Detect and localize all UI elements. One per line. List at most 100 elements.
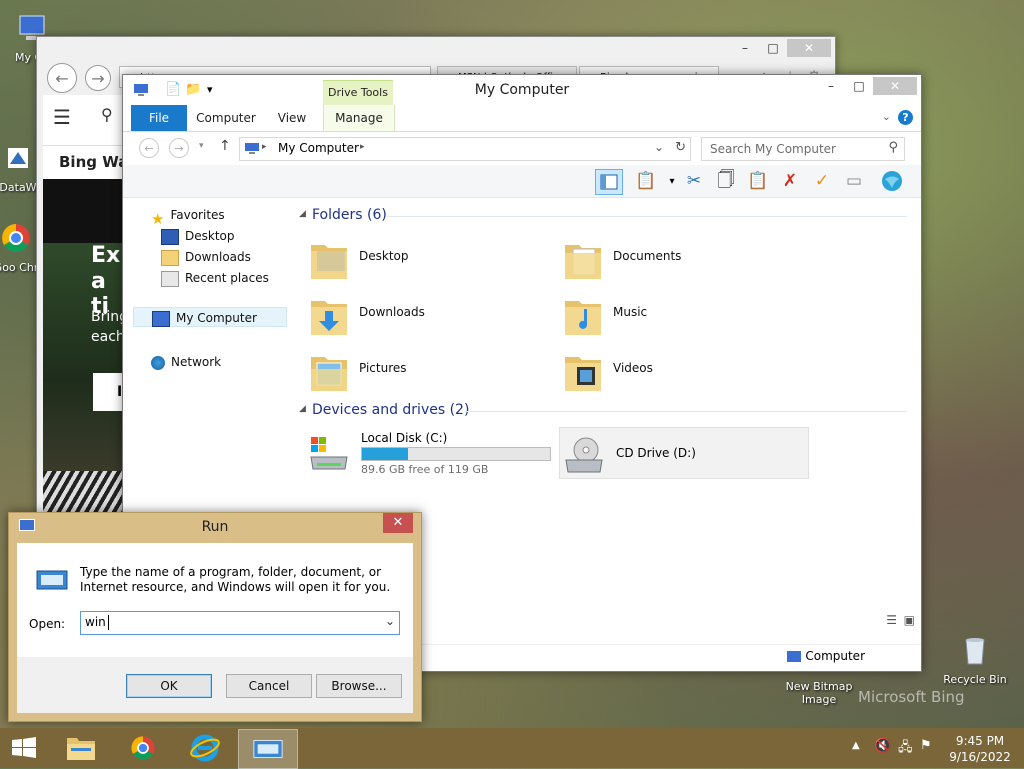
chevron-down-icon[interactable]: ⌄ [385,614,395,628]
run-dialog[interactable]: Run ✕ Type the name of a program, folder… [8,512,422,722]
navigation-bar: ← → ▾ ↑ ▸ My Computer ▸ ⌄ ↻ Search My Co… [123,133,921,163]
tab-manage[interactable]: Manage [323,105,395,131]
minimize-button[interactable]: – [731,39,759,57]
clock-time[interactable]: 9:45 PM [944,734,1016,748]
volume-muted-icon[interactable]: 🔇 [874,738,891,754]
copy-icon[interactable]: 🗍 [713,169,739,193]
action-center-flag-icon[interactable]: ⚑ [920,738,932,753]
tab-view[interactable]: View [269,105,315,131]
taskbar-run[interactable] [238,729,298,769]
desktop-icon [161,228,179,245]
minimize-button[interactable]: – [817,77,845,95]
nav-favorites[interactable]: ★ Favorites [151,205,225,228]
folder-downloads[interactable]: Downloads [309,289,549,339]
maximize-button[interactable]: □ [759,39,787,57]
ok-button[interactable]: OK [126,674,212,698]
delete-icon[interactable]: ✗ [777,169,803,193]
folder-music[interactable]: Music [563,289,803,339]
refresh-icon[interactable]: ↻ [675,140,686,155]
desktop-icon-label: Recycle Bin [943,673,1007,686]
command-toolbar: 📋 ▾ ✂ 🗍 📋 ✗ ✓ ▭ [123,165,921,198]
close-button[interactable]: ✕ [787,39,831,57]
nav-my-computer[interactable]: My Computer [133,307,287,327]
recent-locations-icon[interactable]: ▾ [199,141,204,151]
file-explorer-icon [67,738,95,760]
videos-folder-icon [565,357,601,391]
properties-check-icon[interactable]: 📋 [633,169,659,193]
checkmark-icon[interactable]: ✓ [809,169,835,193]
breadcrumb-chevron-icon[interactable]: ▸ [360,142,365,152]
show-hidden-icons-icon[interactable]: ▲ [852,740,860,751]
collapse-group-icon[interactable]: ◢ [299,209,306,219]
desktop-icon-new-bitmap[interactable]: New Bitmap Image [782,680,856,706]
up-arrow-icon[interactable]: ↑ [219,138,231,154]
taskbar-internet-explorer[interactable] [176,729,234,767]
paste-icon[interactable]: 📋 [745,169,771,193]
open-input[interactable]: win [85,615,106,629]
breadcrumb-current[interactable]: My Computer [278,141,359,155]
forward-button[interactable]: → [85,65,111,91]
start-button[interactable] [0,729,48,767]
search-box[interactable]: Search My Computer ⚲ [701,137,905,161]
back-button[interactable]: ← [139,138,159,158]
hamburger-menu-icon[interactable]: ☰ [53,105,71,129]
drive-cd-d[interactable]: CD Drive (D:) [559,427,809,479]
preview-pane-icon[interactable] [595,169,623,195]
clock-date[interactable]: 9/16/2022 [944,750,1016,764]
group-header-drives[interactable]: Devices and drives (2) [312,402,469,418]
details-view-icon[interactable]: ☰ [886,613,897,627]
taskbar-chrome[interactable] [114,729,172,767]
folder-desktop[interactable]: Desktop [309,233,549,283]
drive-local-disk-c[interactable]: Local Disk (C:) 89.6 GB free of 119 GB [309,427,551,477]
window-title: My Computer [474,82,570,98]
close-button[interactable]: ✕ [873,77,917,95]
globe-icon[interactable] [879,169,905,193]
back-button[interactable]: ← [47,63,77,93]
breadcrumb-chevron-icon[interactable]: ▸ [262,142,267,152]
forward-button[interactable]: → [169,138,189,158]
tab-file[interactable]: File [131,105,187,131]
downloads-folder-icon [161,249,179,266]
network-icon[interactable]: 🖧 [898,738,913,760]
nav-label: Network [171,355,222,369]
close-button[interactable]: ✕ [383,513,413,533]
open-combobox[interactable]: win ⌄ [80,611,400,635]
collapse-group-icon[interactable]: ◢ [299,404,306,414]
folder-documents[interactable]: Documents [563,233,803,283]
desktop-icon-recycle-bin[interactable]: Recycle Bin [940,632,1010,686]
text-caret [108,615,109,630]
search-icon[interactable]: ⚲ [888,140,898,155]
nav-desktop[interactable]: Desktop [161,226,235,246]
maximize-button[interactable]: □ [845,77,873,95]
promo-button[interactable]: I [93,373,123,411]
rename-icon[interactable]: ▭ [841,169,867,193]
status-location-text: Computer [805,649,865,663]
folder-videos[interactable]: Videos [563,345,803,395]
nav-network[interactable]: Network [151,352,221,372]
help-icon[interactable]: ? [898,110,913,125]
nav-label: Recent places [185,271,269,285]
large-icons-view-icon[interactable]: ▣ [904,613,915,627]
chrome-icon [131,736,155,760]
computer-icon [787,651,802,662]
folder-name: Downloads [359,305,425,319]
cancel-button[interactable]: Cancel [226,674,312,698]
nav-label: Favorites [170,208,225,222]
music-folder-icon [565,301,601,335]
cut-icon[interactable]: ✂ [681,169,707,193]
address-bar[interactable]: ▸ My Computer ▸ ⌄ ↻ [239,137,691,161]
folder-pictures[interactable]: Pictures [309,345,549,395]
run-body: Type the name of a program, folder, docu… [17,543,413,657]
nav-downloads[interactable]: Downloads [161,247,251,267]
group-header-folders[interactable]: Folders (6) [312,207,387,223]
internet-explorer-icon [190,734,220,762]
address-dropdown-icon[interactable]: ⌄ [654,140,664,154]
nav-recent-places[interactable]: Recent places [161,268,269,288]
ribbon-expand-icon[interactable]: ⌄ [882,110,891,123]
search-icon[interactable]: ⚲ [101,105,113,124]
taskbar-file-explorer[interactable] [52,729,110,767]
tab-computer[interactable]: Computer [193,105,259,131]
bing-watermark: Microsoft Bing [858,688,965,706]
computer-icon [245,143,259,154]
browse-button[interactable]: Browse... [316,674,402,698]
